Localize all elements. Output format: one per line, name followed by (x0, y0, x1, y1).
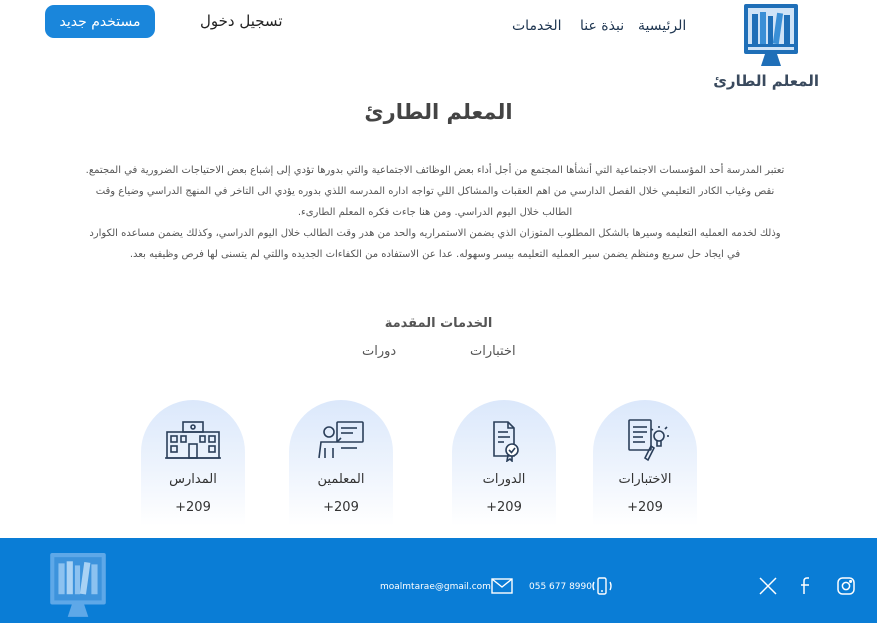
nav-about[interactable]: نبذة عنا (580, 18, 624, 34)
card-courses[interactable]: الدورات +209 (452, 400, 556, 526)
services-title: الخدمات المقدمة (384, 316, 493, 331)
site-logo[interactable]: المعلم الطارئ (713, 2, 819, 92)
paragraph-line: في ايجاد حل سريع ومنظم يضمن سير العمليه … (129, 249, 741, 260)
paragraph-line: الطالب خلال اليوم الدراسي. ومن هنا جاءت … (297, 207, 573, 218)
paragraph-line: وذلك لخدمه العمليه التعليمه وسيرها بالشك… (89, 228, 781, 239)
card-label: المعلمين (317, 472, 365, 487)
footer-phone[interactable]: 055 677 8990 (529, 582, 592, 592)
card-count: +209 (323, 500, 359, 515)
school-building-icon (165, 421, 221, 459)
facebook-icon[interactable] (797, 576, 817, 596)
footer: moalmtarae@gmail.com 055 677 8990 (0, 538, 877, 623)
bookshelf-monitor-icon (744, 4, 798, 66)
logo-text: المعلم الطارئ (713, 72, 819, 90)
nav-services[interactable]: الخدمات (512, 18, 562, 34)
card-count: +209 (486, 500, 522, 515)
new-user-button[interactable]: مستخدم جديد (45, 5, 155, 38)
phone-icon (592, 577, 612, 595)
card-label: الدورات (482, 472, 526, 487)
x-icon[interactable] (758, 576, 778, 596)
exam-icon (628, 419, 669, 462)
card-teachers[interactable]: المعلمين +209 (289, 400, 393, 526)
card-label: الاختبارات (618, 472, 672, 487)
card-count: +209 (175, 500, 211, 515)
paragraph-line: نقص وغياب الكادر التعليمي خلال الفصل الد… (95, 186, 775, 197)
tab-courses[interactable]: دورات (362, 344, 396, 359)
instagram-icon[interactable] (836, 576, 856, 596)
mail-icon (491, 578, 513, 594)
footer-email[interactable]: moalmtarae@gmail.com (380, 582, 491, 592)
page-title: المعلم الطارئ (364, 100, 513, 124)
paragraph-line: تعتبر المدرسة أحد المؤسسات الاجتماعية ال… (85, 165, 785, 176)
card-label: المدارس (169, 472, 217, 487)
bookshelf-monitor-icon (50, 553, 106, 617)
nav-home[interactable]: الرئيسية (638, 18, 686, 34)
card-exams[interactable]: الاختبارات +209 (593, 400, 697, 526)
teacher-icon (318, 421, 364, 459)
card-schools[interactable]: المدارس +209 (141, 400, 245, 526)
certificate-icon (493, 421, 519, 462)
tab-exams[interactable]: اختبارات (470, 344, 516, 359)
login-link[interactable]: تسجيل دخول (200, 12, 283, 30)
card-count: +209 (627, 500, 663, 515)
about-paragraph: تعتبر المدرسة أحد المؤسسات الاجتماعية ال… (55, 160, 815, 265)
